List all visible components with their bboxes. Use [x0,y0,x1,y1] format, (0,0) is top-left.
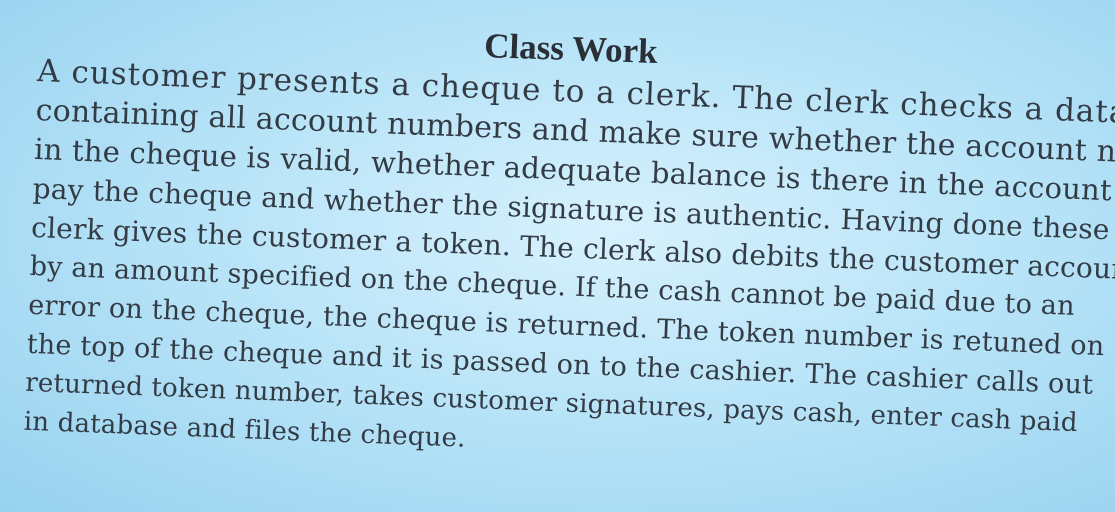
slide-body-text: A customer presents a cheque to a clerk.… [23,52,1115,484]
slide-title: Class Work [483,26,659,72]
slide: Class Work A customer presents a cheque … [0,0,1115,512]
